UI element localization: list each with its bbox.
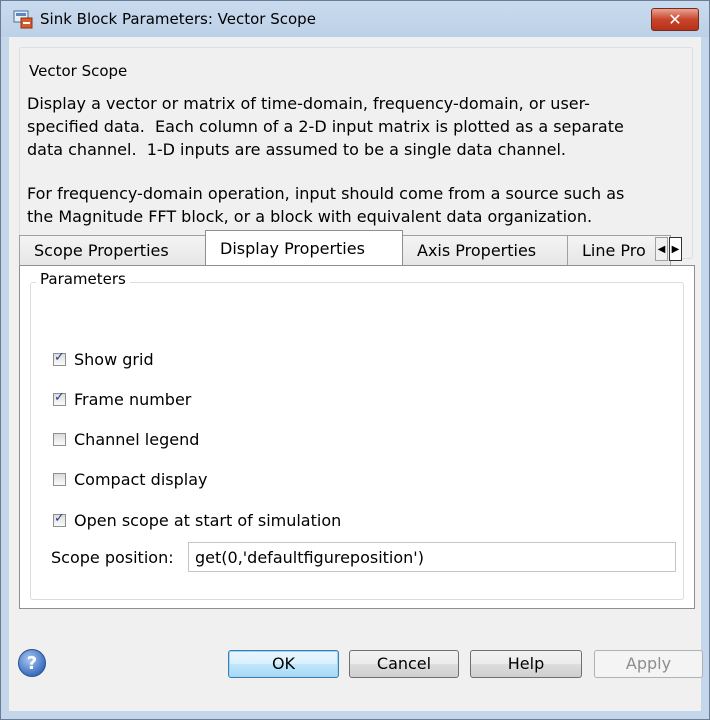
checkbox-checked-icon[interactable] [53,511,66,527]
block-frequency-note: For frequency-domain operation, input sh… [27,184,625,226]
open-scope-checkbox[interactable]: Open scope at start of simulation [53,509,341,531]
tab-scope-properties[interactable]: Scope Properties [19,235,206,265]
frame-number-checkbox[interactable]: Frame number [53,388,191,410]
compact-display-checkbox[interactable]: Compact display [53,468,207,490]
checkbox-checked-icon[interactable] [53,350,66,366]
scope-position-input[interactable]: get(0,'defaultfigureposition') [188,542,676,572]
open-scope-label: Open scope at start of simulation [74,510,342,530]
close-icon: ✕ [668,10,682,29]
compact-display-label: Compact display [74,469,208,489]
show-grid-checkbox[interactable]: Show grid [53,348,154,370]
scope-position-label: Scope position: [51,548,174,567]
channel-legend-label: Channel legend [74,429,200,449]
tab-display-properties[interactable]: Display Properties [205,230,403,265]
close-button[interactable]: ✕ [651,8,699,31]
parameters-legend: Parameters [36,270,130,288]
simulink-app-icon [13,10,33,29]
window-title: Sink Block Parameters: Vector Scope [40,10,316,28]
title-bar[interactable]: Sink Block Parameters: Vector Scope ✕ [1,1,709,37]
cancel-button[interactable]: Cancel [349,650,459,678]
show-grid-label: Show grid [74,349,154,369]
block-group-legend: Vector Scope [25,62,132,80]
help-icon[interactable]: ? [18,649,46,677]
display-properties-panel: Parameters Show grid Frame number Channe… [19,265,695,609]
tab-axis-properties[interactable]: Axis Properties [402,235,568,265]
ok-button[interactable]: OK [228,650,339,678]
tab-strip: Scope Properties Display Properties Axis… [19,229,695,265]
dialog-window: Sink Block Parameters: Vector Scope ✕ Ve… [0,0,710,720]
frame-number-label: Frame number [74,389,192,409]
checkbox-checked-icon[interactable] [53,390,66,406]
block-description-text: Display a vector or matrix of time-domai… [27,94,624,159]
apply-button[interactable]: Apply [594,650,703,678]
channel-legend-checkbox[interactable]: Channel legend [53,428,199,450]
tab-scroll-left-icon[interactable]: ◀ [655,237,668,261]
checkbox-unchecked-icon[interactable] [53,472,66,486]
help-button[interactable]: Help [470,650,582,678]
checkbox-unchecked-icon[interactable] [53,432,66,446]
tab-scroll-right-icon[interactable]: ▶ [669,237,682,261]
